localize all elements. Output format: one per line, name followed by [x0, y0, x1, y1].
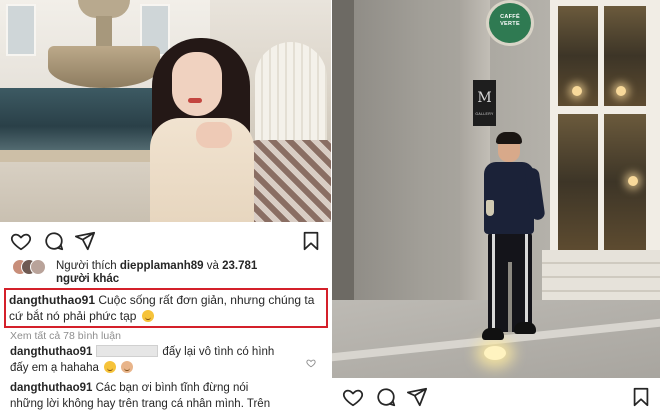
photo-pant-stripe	[525, 234, 528, 330]
bookmark-icon[interactable]	[300, 230, 322, 252]
photo-fountain-bowl	[48, 46, 160, 88]
photo-lamp	[616, 86, 626, 96]
caption-text-1: Cuộc sống rất đơn giản, nhưng chúng ta	[98, 293, 315, 307]
comment-item-line2: những lời không hay trên trang cá nhân m…	[10, 396, 320, 412]
comment-icon[interactable]	[43, 230, 65, 252]
comment-username[interactable]: dangthuthao91	[10, 346, 92, 358]
caption-line-1: dangthuthao91 Cuộc sống rất đơn giản, nh…	[9, 292, 323, 308]
comment-text: Các bạn ơi bình tĩnh đừng nói	[95, 382, 249, 394]
comment-text: đấy lại vô tình có hình	[162, 346, 275, 358]
avatar	[30, 259, 46, 275]
heart-icon[interactable]	[10, 230, 32, 252]
comment-text-2: đấy em ạ hahaha	[10, 362, 99, 374]
see-no-evil-emoji-icon	[121, 361, 134, 373]
post-photo-man[interactable]: CAFFÉ VERTE M GALLERY	[332, 0, 660, 378]
photo-pant-stripe	[492, 234, 495, 330]
photo-man-shoe	[482, 328, 504, 340]
comment-username[interactable]: dangthuthao91	[10, 382, 92, 394]
photo-woman-hand	[196, 122, 232, 148]
heart-icon[interactable]	[342, 386, 364, 408]
photo-woman-lips	[188, 98, 202, 103]
photo-cushion	[248, 140, 331, 222]
comment-icon[interactable]	[375, 386, 397, 408]
photo-door-glass	[604, 114, 646, 250]
likes-prefix: Người thích	[56, 260, 117, 272]
post-action-bar	[342, 384, 654, 410]
caption-text-2: cứ bắt nó phải phức tạp	[9, 309, 137, 323]
likes-summary[interactable]: Người thích diepplamanh89 và 23.781 ngườ…	[10, 256, 326, 286]
left-instagram-post: Người thích diepplamanh89 và 23.781 ngườ…	[0, 0, 331, 414]
view-all-comments-link[interactable]: Xem tất cả 78 bình luận	[10, 330, 121, 342]
caption-line-2: cứ bắt nó phải phức tạp	[9, 308, 323, 324]
photo-leg-gap	[508, 262, 512, 332]
caption-username[interactable]: dangthuthao91	[9, 293, 95, 307]
grinning-face-emoji-icon	[104, 361, 117, 373]
likes-conjunction: và	[206, 260, 219, 272]
photo-fountain-stem	[96, 16, 112, 50]
likes-others[interactable]: người khác	[56, 272, 119, 287]
comment-text-2: những lời không hay trên trang cá nhân m…	[10, 398, 271, 410]
comment-item-line2: đấy em ạ hahaha	[10, 360, 320, 376]
bookmark-icon[interactable]	[630, 386, 652, 408]
redacted-mention	[96, 345, 159, 357]
photo-plaque-caption: GALLERY	[475, 112, 494, 116]
photo-lamp	[572, 86, 582, 96]
caption-highlight-box: dangthuthao91 Cuộc sống rất đơn giản, nh…	[4, 288, 328, 328]
liker-username[interactable]: diepplamanh89	[120, 260, 204, 272]
comment-like-heart-icon[interactable]	[306, 355, 316, 368]
photo-window	[6, 4, 36, 56]
share-icon[interactable]	[406, 386, 428, 408]
photo-ground-light	[484, 346, 506, 360]
likes-count[interactable]: 23.781	[222, 260, 257, 272]
photo-woman-face	[172, 52, 222, 116]
photo-lamp	[628, 176, 638, 186]
photo-round-sign-text: CAFFÉ VERTE	[500, 14, 520, 27]
photo-wine-glass	[486, 200, 494, 216]
comment-item: dangthuthao91 đấy lại vô tình có hình	[10, 344, 320, 360]
liker-avatars	[12, 259, 58, 275]
right-instagram-post: CAFFÉ VERTE M GALLERY	[332, 0, 660, 414]
share-icon[interactable]	[74, 230, 96, 252]
photo-man-shoe	[514, 322, 536, 334]
photo-door-glass	[558, 114, 598, 250]
post-photo-woman[interactable]	[0, 0, 331, 222]
post-action-bar	[10, 228, 326, 254]
smiling-face-emoji-icon	[141, 310, 154, 322]
photo-plaque-letter: M	[477, 90, 492, 106]
photo-man-hair	[496, 132, 522, 144]
comment-item: dangthuthao91 Các bạn ơi bình tĩnh đừng …	[10, 380, 320, 396]
